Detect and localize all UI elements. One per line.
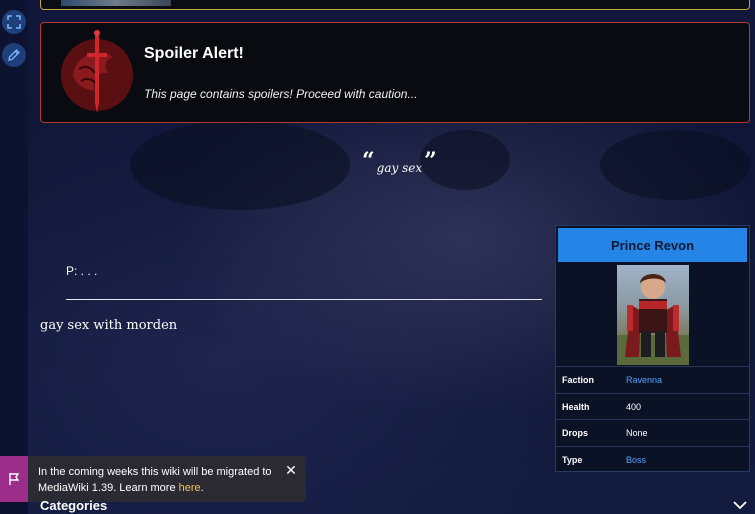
spoiler-title: Spoiler Alert! bbox=[144, 45, 244, 62]
infobox-row-drops: Drops None bbox=[556, 419, 749, 446]
background-tree bbox=[130, 120, 350, 210]
dragon-sword-emblem-icon bbox=[61, 30, 133, 113]
learn-more-link[interactable]: here bbox=[179, 482, 201, 494]
expand-icon bbox=[7, 15, 21, 29]
infobox-row-type: Type Boss bbox=[556, 446, 749, 473]
infobox-key: Faction bbox=[562, 375, 595, 385]
quote-block: “ gay sex ” bbox=[362, 148, 437, 175]
close-icon[interactable]: ✕ bbox=[284, 463, 298, 477]
spoiler-alert-box: Spoiler Alert! This page contains spoile… bbox=[40, 22, 750, 123]
previous-panel-edge bbox=[40, 0, 750, 10]
article-body-text: gay sex with morden bbox=[40, 318, 178, 333]
flag-icon bbox=[9, 473, 20, 485]
edit-button[interactable] bbox=[2, 43, 26, 67]
categories-heading[interactable]: Categories bbox=[40, 498, 107, 513]
horizontal-divider bbox=[66, 299, 542, 300]
health-value: 400 bbox=[626, 402, 642, 412]
left-toolbar bbox=[0, 0, 28, 514]
migration-notice-banner: In the coming weeks this wiki will be mi… bbox=[0, 456, 306, 502]
infobox-row-health: Health 400 bbox=[556, 393, 749, 420]
infobox-row-faction: Faction Ravenna bbox=[556, 366, 749, 393]
quote-text: gay sex bbox=[376, 161, 423, 175]
speaker-line: P: . . . bbox=[66, 264, 98, 278]
background-tree bbox=[600, 130, 750, 200]
infobox-key: Drops bbox=[562, 428, 589, 438]
quote-close-mark: ” bbox=[424, 148, 437, 174]
banner-flag bbox=[0, 456, 28, 502]
infobox-title: Prince Revon bbox=[558, 228, 747, 262]
infobox-key: Type bbox=[562, 455, 583, 465]
pencil-icon bbox=[8, 49, 20, 61]
character-portrait[interactable] bbox=[617, 265, 689, 365]
drops-value: None bbox=[626, 428, 648, 438]
infobox-key: Health bbox=[562, 402, 590, 412]
banner-message: In the coming weeks this wiki will be mi… bbox=[38, 464, 278, 496]
spoiler-message: This page contains spoilers! Proceed wit… bbox=[144, 87, 418, 101]
quote-open-mark: “ bbox=[362, 148, 375, 174]
banner-text-end: . bbox=[200, 482, 204, 494]
character-figure-image bbox=[617, 274, 689, 365]
character-infobox: Prince Revon Faction Ravenna Health 400 … bbox=[555, 225, 750, 472]
chevron-down-icon[interactable] bbox=[733, 500, 747, 510]
panel-image-fragment bbox=[61, 0, 171, 6]
expand-button[interactable] bbox=[2, 10, 26, 34]
type-link[interactable]: Boss bbox=[626, 455, 646, 465]
faction-link[interactable]: Ravenna bbox=[626, 375, 662, 385]
banner-text: In the coming weeks this wiki will be mi… bbox=[38, 466, 272, 494]
